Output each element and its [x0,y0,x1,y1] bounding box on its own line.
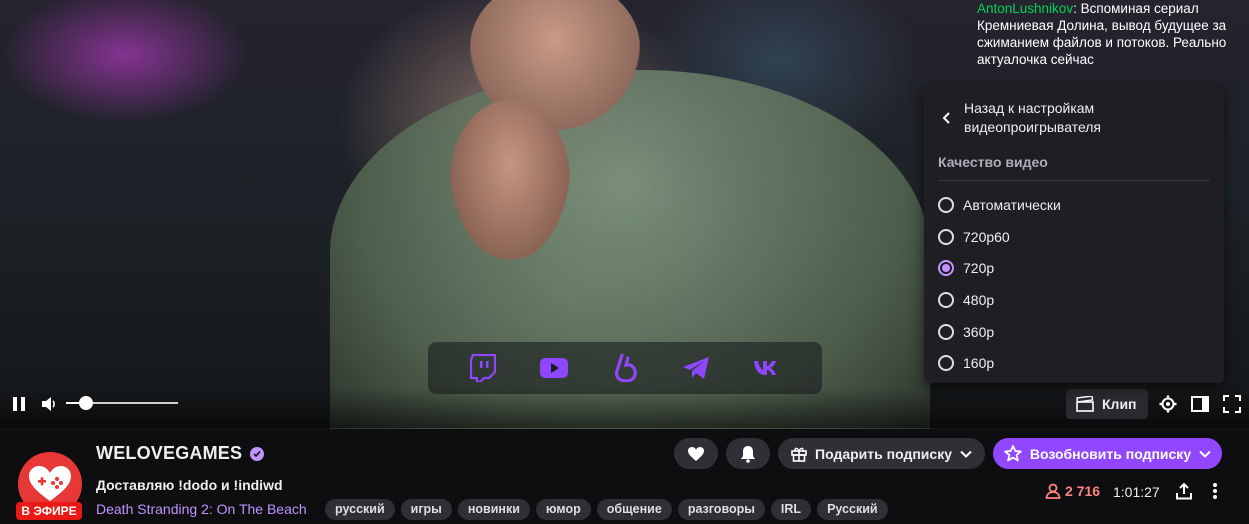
stream-tag[interactable]: игры [400,499,452,520]
person-icon [1045,483,1061,499]
back-label: Назад к настройкам видеопроигрывателя [964,100,1102,135]
radio-button[interactable] [938,196,954,213]
telegram-icon [680,352,712,384]
notifications-button[interactable] [726,438,770,469]
fullscreen-button[interactable] [1221,394,1243,414]
heart-icon [688,446,704,461]
chevron-down-icon [960,450,972,458]
pause-icon [13,397,25,411]
clapperboard-icon [1076,396,1094,412]
radio-button[interactable] [938,291,954,308]
resubscribe-button[interactable]: Возобновить подписку [993,438,1222,469]
viewer-count: 2 716 [1045,483,1100,499]
chevron-left-icon [942,112,950,124]
video-quality-menu: Назад к настройкам видеопроигрывателя Ка… [924,85,1224,383]
quality-option[interactable]: 720p60 [938,221,1210,253]
stream-tags: русский игры новинки юмор общение разговоры IR… [325,499,888,520]
fullscreen-icon [1223,395,1241,413]
back-to-settings-button[interactable]: Назад к настройкам видеопроигрывателя [938,97,1210,141]
viewer-count-value: 2 716 [1065,483,1101,499]
quality-option[interactable]: 160p [938,347,1210,379]
stream-tag[interactable]: Русский [817,499,888,520]
quality-section-title: Качество видео [938,154,1210,181]
radio-button[interactable] [938,355,954,372]
quality-option[interactable]: 360p [938,316,1210,348]
channel-name[interactable]: WELOVEGAMES [96,443,242,464]
share-icon [1176,482,1192,500]
stream-tag[interactable]: общение [596,499,672,520]
stream-tag[interactable]: IRL [770,499,812,520]
quality-option[interactable]: 720p [938,252,1210,284]
video-frame-streamer-hand [450,100,570,260]
quality-option-label: Автоматически [963,196,1061,213]
clip-label: Клип [1102,396,1137,412]
more-options-button[interactable] [1206,481,1224,501]
mute-button[interactable] [38,394,60,414]
share-button[interactable] [1173,481,1195,501]
settings-button[interactable] [1157,394,1179,414]
gift-subscription-button[interactable]: Подарить подписку [778,438,985,469]
stream-uptime: 1:01:27 [1113,484,1160,500]
player-controls-bar [0,388,1249,428]
quality-option-label: 160p [963,355,995,372]
chevron-down-icon [1199,450,1211,458]
stream-tag[interactable]: русский [325,499,395,520]
star-icon [1004,445,1022,462]
radio-button[interactable] [938,323,954,340]
pause-button[interactable] [8,394,30,414]
social-links-overlay [428,342,822,394]
stream-tag[interactable]: новинки [457,499,530,520]
chat-overlay-message: AntonLushnikov: Вспоминая сериал Кремние… [977,0,1227,68]
stream-category-link[interactable]: Death Stranding 2: On The Beach [96,501,307,517]
quality-option-label: 480p [963,291,995,308]
gift-icon [791,447,807,462]
chat-username: AntonLushnikov [977,1,1074,16]
resubscribe-label: Возобновить подписку [1029,445,1192,462]
theatre-mode-icon [1191,396,1209,412]
gift-subscription-label: Подарить подписку [815,445,952,462]
stream-tag[interactable]: разговоры [677,499,765,520]
quality-options-list: Автоматически 720p60 720p 480p 360p 160p [938,189,1210,379]
quality-option[interactable]: Автоматически [938,189,1210,221]
channel-name-row: WELOVEGAMES [96,443,265,464]
stream-title: Доставляю !dodo и !indiwd [96,477,283,493]
live-badge: В ЭФИРЕ [16,502,82,520]
gear-icon [1159,395,1177,413]
clip-button[interactable]: Клип [1066,389,1148,419]
vk-icon [751,352,783,384]
quality-option-label: 720p60 [963,228,1010,245]
quality-option[interactable]: 480p [938,284,1210,316]
theatre-mode-button[interactable] [1189,394,1211,414]
verified-badge-icon [250,446,265,461]
bell-icon [741,445,755,463]
twitch-icon [467,352,499,384]
follow-button[interactable] [674,438,718,469]
radio-button[interactable] [938,260,954,277]
boosty-icon [609,352,641,384]
volume-icon [42,397,55,411]
youtube-icon [538,352,570,384]
stream-tag[interactable]: юмор [535,499,591,520]
radio-button[interactable] [938,228,954,245]
heart-gamepad-logo-icon [29,466,71,501]
quality-option-label: 360p [963,323,995,340]
more-vertical-icon [1213,483,1217,499]
quality-option-label: 720p [963,260,995,277]
